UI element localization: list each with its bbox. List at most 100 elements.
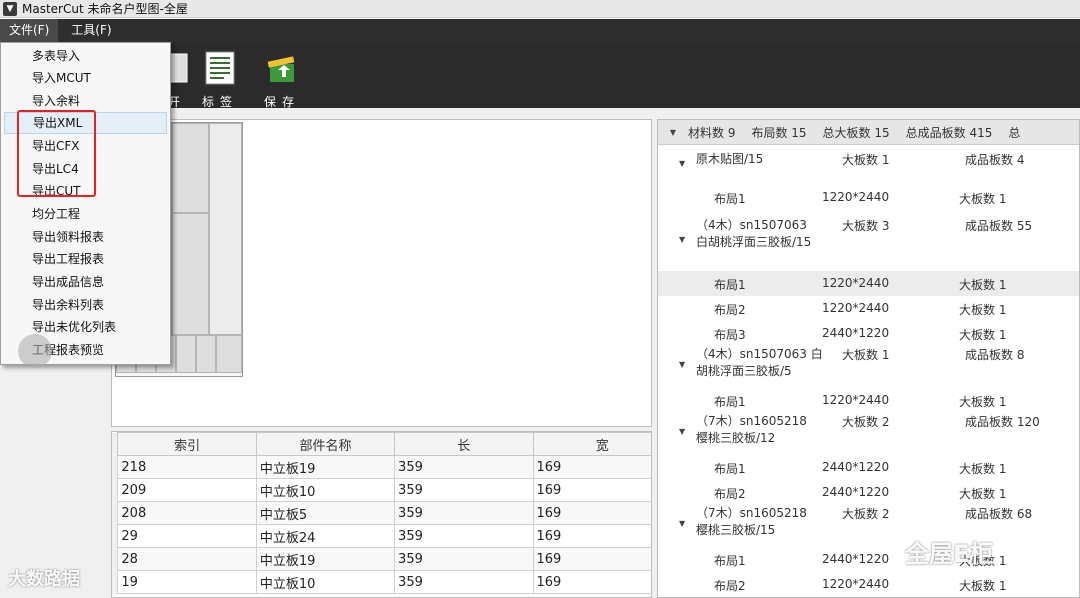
material-node[interactable]: ▼ （7木）sn1605218 樱桃三胶板/12 大板数 2 成品板数 120 xyxy=(658,413,1079,455)
app-icon: ▼ xyxy=(3,1,17,16)
menu-item-export-lc4[interactable]: 导出LC4 xyxy=(4,158,167,180)
menu-item-export-cfx[interactable]: 导出CFX xyxy=(4,135,167,157)
cell-length[interactable]: 359 xyxy=(394,524,534,548)
menu-item-export-xml[interactable]: 导出XML xyxy=(4,112,167,134)
collapse-icon[interactable]: ▼ xyxy=(679,235,685,244)
menu-item-export-product-info[interactable]: 导出成品信息 xyxy=(4,271,167,293)
cell-index[interactable]: 208 xyxy=(117,501,257,525)
material-node[interactable]: ▼ （4木）sn1507063 白胡桃浮面三胶板/15 大板数 3 成品板数 5… xyxy=(658,211,1079,271)
material-boards: 大板数 2 xyxy=(842,415,890,429)
menu-item-split-project[interactable]: 均分工程 xyxy=(4,203,167,225)
cell-width[interactable]: 169 xyxy=(532,547,651,571)
material-parts: 成品板数 4 xyxy=(965,153,1025,167)
layout-count: 大板数 1 xyxy=(959,278,1007,292)
material-name: （4木）sn1507063 白胡桃浮面三胶板/5 xyxy=(696,347,823,378)
save-tool-button[interactable]: 保存 xyxy=(257,50,307,109)
layout-row[interactable]: 布局1 2440*1220 大板数 1 xyxy=(658,547,1079,572)
collapse-icon[interactable]: ▼ xyxy=(679,427,685,436)
table-row[interactable]: 29 中立板24 359 169 xyxy=(112,524,651,548)
menu-item-import-remnant[interactable]: 导入余料 xyxy=(4,90,167,112)
cell-length[interactable]: 359 xyxy=(394,570,534,594)
table-row[interactable]: 28 中立板19 359 169 xyxy=(112,547,651,571)
tree-header: ▼ 材料数 9 布局数 15 总大板数 15 总成品板数 415 总 xyxy=(658,120,1079,145)
collapse-icon[interactable]: ▼ xyxy=(679,360,685,369)
menu-item-export-remnant-list[interactable]: 导出余料列表 xyxy=(4,294,167,316)
material-node[interactable]: ▼ （4木）sn1507063 白胡桃浮面三胶板/5 大板数 1 成品板数 8 xyxy=(658,346,1079,388)
header-layout-count: 布局数 15 xyxy=(751,125,807,140)
material-parts: 成品板数 8 xyxy=(965,348,1025,362)
header-material-count: 材料数 9 xyxy=(688,125,736,140)
collapse-all-icon[interactable]: ▼ xyxy=(658,128,688,137)
board-piece xyxy=(172,123,209,213)
cell-name[interactable]: 中立板24 xyxy=(255,524,396,548)
material-node[interactable]: ▼ （7木）sn1605218 樱桃三胶板/15 大板数 2 成品板数 68 xyxy=(658,505,1079,547)
cell-width[interactable]: 169 xyxy=(532,478,651,502)
menu-item-export-cut[interactable]: 导出CUT xyxy=(4,180,167,202)
cell-width[interactable]: 169 xyxy=(532,501,651,525)
cell-index[interactable]: 218 xyxy=(117,455,257,479)
layout-row[interactable]: 布局1 2440*1220 大板数 1 xyxy=(658,455,1079,480)
cell-width[interactable]: 169 xyxy=(532,455,651,479)
cell-index[interactable]: 28 xyxy=(117,547,257,571)
header-part-count: 总成品板数 415 xyxy=(905,125,993,140)
menu-item-export-project-report[interactable]: 导出工程报表 xyxy=(4,248,167,270)
layout-row[interactable]: 布局1 1220*2440 大板数 1 xyxy=(658,181,1079,211)
cell-name[interactable]: 中立板19 xyxy=(255,455,396,479)
label-tool-button[interactable]: 标签 xyxy=(195,50,245,109)
material-node[interactable]: ▼ 原木贴图/15 大板数 1 成品板数 4 xyxy=(658,145,1079,181)
parts-table: 索引 部件名称 长 宽 218 中立板19 359 169 209 中立板10 … xyxy=(111,431,652,598)
layout-row[interactable]: 布局3 2440*1220 大板数 1 xyxy=(658,321,1079,346)
cell-name[interactable]: 中立板19 xyxy=(255,547,396,571)
material-parts: 成品板数 68 xyxy=(965,507,1033,521)
col-length-header[interactable]: 长 xyxy=(394,432,534,456)
table-row[interactable]: 208 中立板5 359 169 xyxy=(112,501,651,525)
layout-size: 2440*1220 xyxy=(822,326,890,340)
cell-name[interactable]: 中立板5 xyxy=(255,501,396,525)
col-width-header[interactable]: 宽 xyxy=(532,432,651,456)
cell-name[interactable]: 中立板10 xyxy=(255,478,396,502)
watermark-left: 大数路据 xyxy=(8,569,80,590)
cell-length[interactable]: 359 xyxy=(394,501,534,525)
table-row[interactable]: 218 中立板19 359 169 xyxy=(112,455,651,479)
layout-name: 布局1 xyxy=(714,192,746,206)
cell-name[interactable]: 中立板10 xyxy=(255,570,396,594)
col-name-header[interactable]: 部件名称 xyxy=(255,432,396,456)
layout-name: 布局1 xyxy=(714,395,746,409)
menu-tools[interactable]: 工具(F) xyxy=(62,19,120,42)
cell-width[interactable]: 169 xyxy=(532,524,651,548)
menu-item-export-material-report[interactable]: 导出领料报表 xyxy=(4,226,167,248)
col-index-header[interactable]: 索引 xyxy=(117,432,257,456)
material-boards: 大板数 2 xyxy=(842,507,890,521)
table-row[interactable]: 19 中立板10 359 169 xyxy=(112,570,651,594)
cell-length[interactable]: 359 xyxy=(394,547,534,571)
material-boards: 大板数 1 xyxy=(842,153,890,167)
material-boards: 大板数 3 xyxy=(842,219,890,233)
cell-index[interactable]: 19 xyxy=(117,570,257,594)
board-piece xyxy=(176,335,196,373)
layout-count: 大板数 1 xyxy=(959,192,1007,206)
layout-row[interactable]: 布局1 1220*2440 大板数 1 xyxy=(658,388,1079,413)
cell-index[interactable]: 209 xyxy=(117,478,257,502)
menu-item-import-mcut[interactable]: 导入MCUT xyxy=(4,67,167,89)
layout-row[interactable]: 布局2 1220*2440 大板数 1 xyxy=(658,296,1079,321)
menu-bar: 文件(F) 工具(F) xyxy=(0,19,1080,42)
menu-file[interactable]: 文件(F) xyxy=(0,19,59,42)
material-boards: 大板数 1 xyxy=(842,348,890,362)
collapse-icon[interactable]: ▼ xyxy=(679,519,685,528)
cell-length[interactable]: 359 xyxy=(394,455,534,479)
cell-length[interactable]: 359 xyxy=(394,478,534,502)
layout-row[interactable]: 布局2 2440*1220 大板数 1 xyxy=(658,480,1079,505)
collapse-icon[interactable]: ▼ xyxy=(679,159,685,168)
cell-width[interactable]: 169 xyxy=(532,570,651,594)
layout-name: 布局2 xyxy=(714,487,746,501)
board-piece xyxy=(172,213,209,335)
material-name: （4木）sn1507063 白胡桃浮面三胶板/15 xyxy=(696,218,812,249)
menu-item-multi-import[interactable]: 多表导入 xyxy=(4,45,167,67)
layout-size: 1220*2440 xyxy=(822,393,890,407)
layout-name: 布局1 xyxy=(714,462,746,476)
cell-index[interactable]: 29 xyxy=(117,524,257,548)
layout-row[interactable]: 布局2 1220*2440 大板数 1 xyxy=(658,572,1079,597)
table-row[interactable]: 209 中立板10 359 169 xyxy=(112,478,651,502)
layout-size: 2440*1220 xyxy=(822,485,890,499)
layout-row-selected[interactable]: 布局1 1220*2440 大板数 1 xyxy=(658,271,1079,296)
